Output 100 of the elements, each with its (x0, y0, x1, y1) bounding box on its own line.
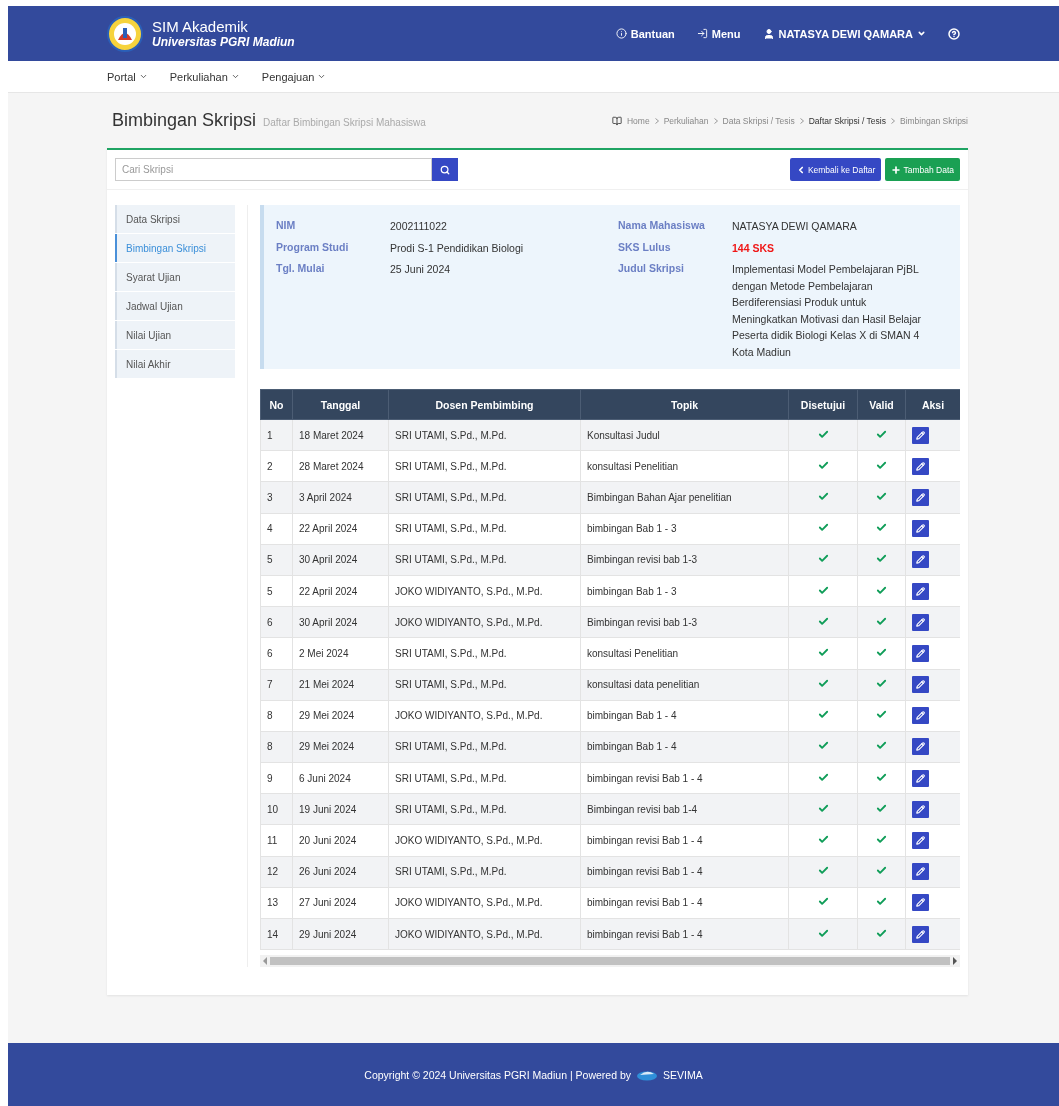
table-cell: Bimbingan revisi bab 1-3 (580, 606, 789, 638)
table-cell: 29 Mei 2024 (292, 731, 389, 763)
table-cell: 9 (260, 762, 293, 794)
table-cell: 28 Maret 2024 (292, 450, 389, 482)
table-cell: bimbingan revisi Bab 1 - 4 (580, 824, 789, 857)
column-header: Aksi (905, 389, 960, 420)
table-cell: SRI UTAMI, S.Pd., M.Pd. (388, 637, 581, 669)
search-field[interactable]: Cari Skripsi (115, 158, 432, 181)
pencil-icon (916, 742, 925, 752)
table-cell: Konsultasi Judul (580, 419, 789, 451)
copyright-text: Copyright © 2024 Universitas PGRI Madiun | Powered by (364, 1068, 631, 1081)
edit-button[interactable] (912, 925, 929, 943)
table-cell: 4 (260, 513, 293, 545)
field-value: NATASYA DEWI QAMARA (732, 219, 858, 234)
table-cell: 21 Mei 2024 (292, 669, 389, 701)
table-cell: bimbingan revisi Bab 1 - 4 (580, 856, 789, 888)
sidebar-item[interactable]: Data Skripsi (115, 205, 235, 233)
edit-button[interactable] (912, 707, 929, 725)
sidebar-item[interactable]: Nilai Akhir (115, 350, 235, 378)
sidebar-item[interactable]: Nilai Ujian (115, 321, 235, 349)
field-label: NIM (276, 218, 297, 233)
breadcrumb-link[interactable]: Perkuliahan (663, 115, 709, 126)
header-link[interactable]: Menu (696, 27, 741, 40)
edit-button[interactable] (912, 457, 929, 475)
edit-button[interactable] (912, 426, 929, 444)
edit-button[interactable] (912, 520, 929, 538)
table-cell: 30 April 2024 (292, 606, 389, 638)
table-cell: 12 (260, 856, 293, 888)
table-cell: 22 April 2024 (292, 575, 389, 607)
table-cell: SRI UTAMI, S.Pd., M.Pd. (388, 856, 581, 888)
table-cell: SRI UTAMI, S.Pd., M.Pd. (388, 544, 581, 576)
table-cell: konsultasi Penelitian (580, 450, 789, 482)
pencil-icon (916, 586, 925, 596)
scroll-right-icon[interactable] (952, 957, 958, 966)
header-link[interactable]: Bantuan (615, 27, 675, 40)
edit-button[interactable] (912, 738, 929, 756)
table-cell: 7 (260, 669, 293, 701)
sidebar-item[interactable]: Syarat Ujian (115, 263, 235, 291)
edit-button[interactable] (912, 582, 929, 600)
edit-button[interactable] (912, 863, 929, 881)
edit-button[interactable] (912, 644, 929, 662)
nav-menu-item[interactable]: Perkuliahan (169, 70, 240, 83)
field-value: Implementasi Model Pembelajaran PjBL dengan Metode Pembelajaran Berdiferensiasi Produk untuk Meningkatkan Motivasi dan Hasil Belajar Peserta didik Biologi Kelas X di SMAN 4 Kota Madiun (732, 262, 923, 360)
table-cell: JOKO WIDIYANTO, S.Pd., M.Pd. (388, 887, 581, 919)
table-cell: 22 April 2024 (292, 513, 389, 545)
breadcrumb-link[interactable]: Daftar Skripsi / Tesis (808, 115, 886, 126)
table-cell: 10 (260, 793, 293, 825)
table-cell: 2 (260, 450, 293, 482)
table-cell: JOKO WIDIYANTO, S.Pd., M.Pd. (388, 575, 581, 607)
table-cell: SRI UTAMI, S.Pd., M.Pd. (388, 793, 581, 825)
table-cell: SRI UTAMI, S.Pd., M.Pd. (388, 731, 581, 763)
table-cell: 8 (260, 700, 293, 732)
table-cell: bimbingan revisi Bab 1 - 4 (580, 918, 789, 950)
scrollbar-thumb[interactable] (270, 957, 950, 966)
edit-button[interactable] (912, 551, 929, 569)
chevron-right-icon (890, 117, 895, 124)
pencil-icon (916, 804, 925, 814)
table-cell: 3 April 2024 (292, 481, 389, 514)
table-cell: SRI UTAMI, S.Pd., M.Pd. (388, 419, 581, 451)
table-cell: 3 (260, 481, 293, 514)
field-value: 25 Juni 2024 (390, 262, 452, 277)
table-cell: 5 (260, 544, 293, 576)
table-cell: bimbingan Bab 1 - 3 (580, 513, 789, 545)
breadcrumb-link[interactable]: Data Skripsi / Tesis (722, 115, 795, 126)
table-cell: 11 (260, 824, 293, 857)
edit-button[interactable] (912, 894, 929, 912)
nav-menu-item[interactable]: Pengajuan (261, 70, 327, 83)
pencil-icon (916, 680, 925, 690)
edit-button[interactable] (912, 800, 929, 818)
field-value: Prodi S-1 Pendidikan Biologi (390, 240, 525, 256)
caret-icon (230, 72, 240, 81)
edit-button[interactable] (912, 676, 929, 694)
pencil-icon (916, 929, 925, 939)
table-cell: SRI UTAMI, S.Pd., M.Pd. (388, 762, 581, 794)
help-icon[interactable] (948, 27, 960, 40)
search-button[interactable] (432, 158, 458, 181)
edit-button[interactable] (912, 488, 929, 506)
breadcrumb-link[interactable]: Home (626, 115, 650, 126)
nav-menu-item[interactable]: Portal (107, 70, 148, 83)
breadcrumb-link[interactable]: Bimbingan Skripsi (899, 115, 968, 126)
table-cell: 20 Juni 2024 (292, 824, 389, 857)
table-cell: 29 Juni 2024 (292, 918, 389, 950)
column-header: Dosen Pembimbing (388, 389, 581, 420)
table-cell: 27 Juni 2024 (292, 887, 389, 919)
back-button[interactable]: Kembali ke Daftar (789, 158, 882, 181)
edit-button[interactable] (912, 769, 929, 787)
search-icon (440, 164, 450, 175)
table-cell: 2 Mei 2024 (292, 637, 389, 669)
pencil-icon (916, 492, 925, 502)
edit-button[interactable] (912, 832, 929, 850)
login-icon (696, 28, 708, 39)
table-cell: 14 (260, 918, 293, 950)
pencil-icon (916, 711, 925, 721)
chevron-right-icon (713, 117, 718, 124)
table-cell: bimbingan Bab 1 - 3 (580, 575, 789, 607)
sidebar-item[interactable]: Jadwal Ujian (115, 292, 235, 320)
table-cell: 18 Maret 2024 (292, 419, 389, 451)
user-menu[interactable]: NATASYA DEWI QAMARA (762, 27, 926, 40)
edit-button[interactable] (912, 613, 929, 631)
horizontal-scrollbar[interactable] (260, 955, 960, 968)
